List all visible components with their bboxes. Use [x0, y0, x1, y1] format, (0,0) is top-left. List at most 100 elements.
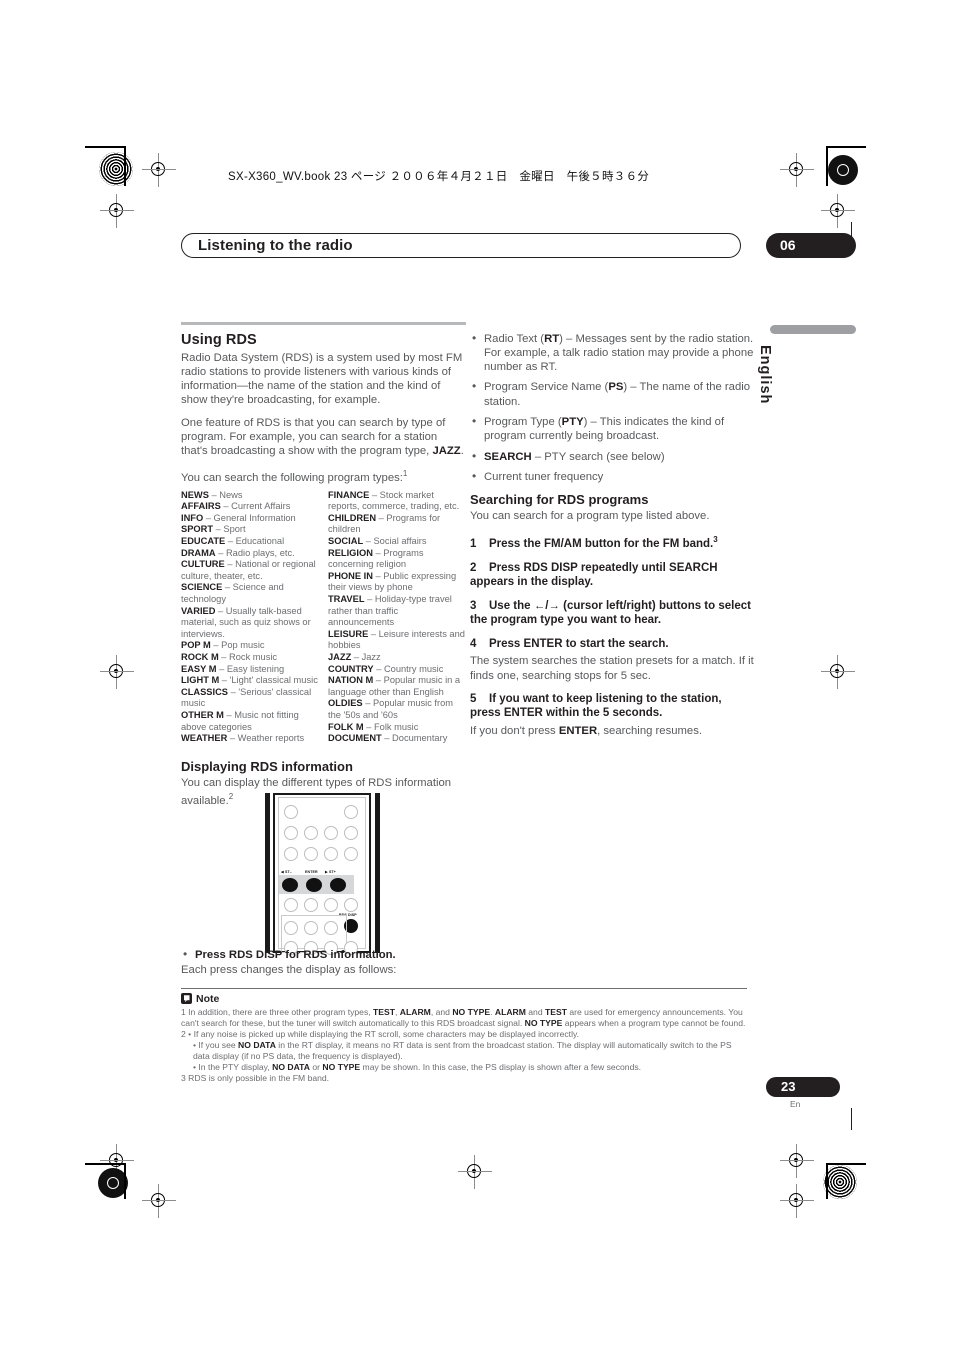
program-type-code: ROCK M [181, 651, 219, 662]
program-type-code: RELIGION [328, 547, 373, 558]
registration-mark-bottom-right [780, 1184, 814, 1218]
bullet-text-emphasis: RT [544, 332, 560, 345]
crop-mark-top-left [85, 146, 141, 192]
program-type-description: – Jazz [351, 651, 381, 662]
footnote-ref-2: 2 [228, 792, 234, 801]
program-type-entry: LIGHT M – 'Light' classical music [181, 675, 318, 687]
remote-control-illustration: ◀ ST– ENTER ▶ ST+ RDS DISP [265, 793, 380, 955]
press-rds-disp-bullet: Press RDS DISP for RDS information. [181, 947, 471, 962]
press-rds-disp-instruction: Press RDS DISP for RDS information. Each… [181, 947, 471, 978]
remote-button-r5c2 [304, 898, 318, 912]
program-type-code: NATION M [328, 675, 374, 686]
program-type-code: CHILDREN [328, 512, 377, 523]
subheading-searching-for-rds-programs: Searching for RDS programs [470, 492, 649, 508]
program-type-entry: RELIGION – Programs concerning religion [328, 548, 465, 571]
remote-button-r1c1 [284, 805, 298, 819]
program-type-entry: WEATHER – Weather reports [181, 733, 318, 745]
remote-button-r3c2 [304, 847, 318, 861]
rds-info-bullet: Current tuner frequency [470, 469, 755, 484]
program-type-code: PHONE IN [328, 570, 373, 581]
program-type-code: DOCUMENT [328, 733, 382, 744]
program-type-entry: LEISURE – Leisure interests and hobbies [328, 629, 465, 652]
program-type-code: INFO [181, 512, 204, 523]
bullet-text-pre: Radio Text ( [484, 332, 545, 345]
program-type-entry: SCIENCE – Science and technology [181, 582, 318, 605]
remote-label-cursor-left: ◀ ST– [281, 870, 292, 874]
search-step-number: 1 [470, 538, 477, 551]
program-type-entry: INFO – General Information [181, 513, 318, 525]
crop-mark-top-right [820, 146, 866, 192]
crop-mark-bottom-left [85, 1163, 141, 1209]
search-step-text: Press ENTER to start the search. [489, 637, 669, 650]
program-type-code: NEWS [181, 489, 209, 500]
program-type-entry: NEWS – News [181, 490, 318, 502]
remote-button-r2c3 [324, 826, 338, 840]
registration-mark-bottom-left [142, 1184, 176, 1218]
search-step-number: 4 [470, 637, 477, 650]
note-block: Note 1 In addition, there are three othe… [181, 988, 747, 1084]
remote-button-r3c4 [344, 847, 358, 861]
registration-mark-top-right [780, 153, 814, 187]
program-type-code: SOCIAL [328, 536, 364, 547]
bullet-text-pre: Program Service Name ( [484, 381, 609, 394]
bullet-text-post: – PTY search (see below) [531, 450, 665, 463]
program-type-code: OTHER M [181, 709, 224, 720]
footnote-2: 2 • If any noise is picked up while disp… [181, 1029, 580, 1040]
note-heading-label: Note [196, 993, 220, 1006]
bullet-text-pre: Program Type ( [484, 415, 562, 428]
rds-info-bullet: Program Type (PTY) – This indicates the … [470, 414, 755, 444]
program-type-description: – Weather reports [227, 733, 305, 744]
footnote-2-bullet-c: • In the PTY display, NO DATA or NO TYPE… [193, 1062, 642, 1073]
footnote-ref-3: 3 [713, 535, 718, 545]
program-type-entry: EASY M – Easy listening [181, 664, 318, 676]
header-tick-rule [851, 222, 852, 244]
page-title: Listening to the radio [198, 237, 353, 254]
remote-label-cursor-right: ▶ ST+ [325, 870, 336, 874]
search-step: 2 Press RDS DISP repeatedly until SEARCH … [470, 561, 755, 590]
program-type-description: – Social affairs [363, 536, 427, 547]
program-type-entry: NATION M – Popular music in a language o… [328, 675, 465, 698]
program-type-code: POP M [181, 640, 211, 651]
program-type-description: – News [208, 489, 243, 500]
program-type-code: CULTURE [181, 559, 225, 570]
bullet-text-pre: Current tuner frequency [484, 470, 604, 483]
program-type-entry: CULTURE – National or regional culture, … [181, 559, 318, 582]
program-type-description: – Educational [225, 536, 285, 547]
intro2-part-a: One feature of RDS is that you can searc… [181, 416, 446, 458]
crop-mark-bottom-right [820, 1163, 866, 1209]
program-type-entry: FOLK M – Folk music [328, 722, 465, 734]
program-type-code: EDUCATE [181, 536, 226, 547]
program-type-entry: COUNTRY – Country music [328, 664, 465, 676]
remote-button-r6c3 [324, 921, 338, 935]
page-number: 23 [781, 1079, 796, 1094]
program-type-entry: DOCUMENT – Documentary [328, 733, 465, 745]
footer-tick-rule [851, 1108, 852, 1130]
program-type-code: LIGHT M [181, 675, 220, 686]
program-type-code: SCIENCE [181, 582, 223, 593]
program-type-code: EASY M [181, 663, 217, 674]
searching-intro-paragraph: You can search for a program type listed… [470, 510, 710, 523]
note-heading-row: Note [181, 993, 747, 1005]
program-type-description: – Radio plays, etc. [215, 547, 295, 558]
page-language-code: En [790, 1099, 801, 1109]
search-step-number: 5 [470, 692, 477, 705]
program-type-description: – Sport [213, 524, 246, 535]
bullet-text-emphasis: PS [608, 381, 624, 394]
program-type-jazz-emphasis: JAZZ [432, 445, 461, 458]
remote-button-r5c3 [324, 898, 338, 912]
program-type-description: – Folk music [363, 721, 419, 732]
program-type-entry: DRAMA – Radio plays, etc. [181, 548, 318, 560]
program-type-code: OLDIES [328, 698, 363, 709]
search-step: 1 Press the FM/AM button for the FM band.… [470, 533, 755, 551]
program-type-description: – Rock music [218, 651, 278, 662]
press-rds-disp-bullet-list: Press RDS DISP for RDS information. [181, 947, 471, 962]
document-page: SX-X360_WV.book 23 ページ ２００６年４月２１日 金曜日 午後… [0, 0, 954, 1351]
footnote-2-bullet-b: • If you see NO DATA in the RT display, … [193, 1040, 732, 1062]
program-type-entry: OLDIES – Popular music from the '50s and… [328, 698, 465, 721]
left-column: Using RDS Radio Data System (RDS) is a s… [181, 322, 466, 816]
program-type-entry: CLASSICS – 'Serious' classical music [181, 687, 318, 710]
program-type-description: – 'Light' classical music [219, 675, 318, 686]
program-type-entry: CHILDREN – Programs for children [328, 513, 465, 536]
program-type-entry: ROCK M – Rock music [181, 652, 318, 664]
program-type-code: CLASSICS [181, 686, 229, 697]
